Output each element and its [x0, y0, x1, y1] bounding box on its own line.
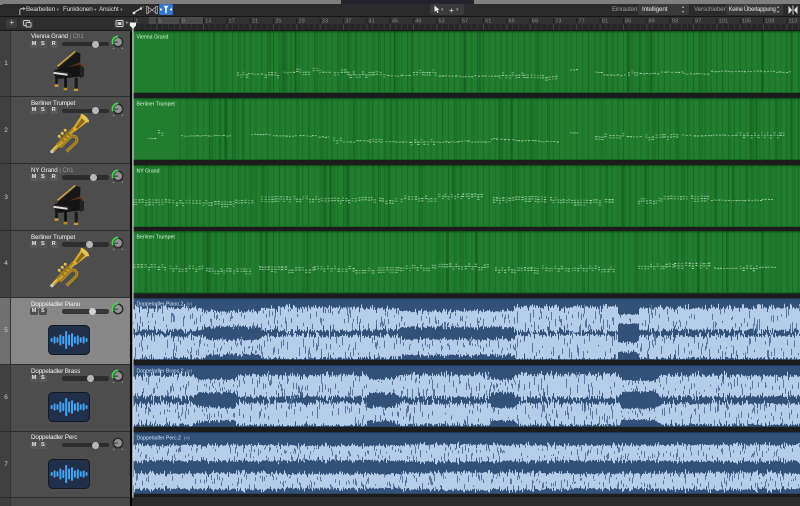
- svg-text:33: 33: [322, 19, 328, 25]
- svg-text:73: 73: [555, 19, 561, 25]
- svg-text:113: 113: [789, 19, 798, 25]
- svg-text:89: 89: [649, 19, 655, 25]
- svg-text:61: 61: [485, 19, 491, 25]
- svg-text:81: 81: [602, 19, 608, 25]
- svg-text:69: 69: [532, 19, 538, 25]
- svg-text:21: 21: [252, 19, 258, 25]
- svg-text:Vienna Grand: Vienna Grand: [137, 34, 169, 40]
- svg-text:97: 97: [695, 19, 701, 25]
- svg-text:109: 109: [765, 19, 774, 25]
- svg-text:NY Grand: NY Grand: [137, 168, 160, 174]
- svg-text:57: 57: [462, 19, 468, 25]
- svg-text:93: 93: [672, 19, 678, 25]
- svg-text:85: 85: [625, 19, 631, 25]
- svg-text:Berliner Trumpet: Berliner Trumpet: [137, 101, 176, 107]
- svg-text:45: 45: [392, 19, 398, 25]
- svg-text:Berliner Trumpet: Berliner Trumpet: [137, 235, 176, 241]
- svg-text:29: 29: [299, 19, 305, 25]
- svg-text:101: 101: [719, 19, 728, 25]
- svg-text:77: 77: [579, 19, 585, 25]
- svg-text:25: 25: [275, 19, 281, 25]
- svg-text:37: 37: [345, 19, 351, 25]
- svg-text:5: 5: [159, 19, 162, 25]
- svg-text:49: 49: [415, 19, 421, 25]
- svg-text:41: 41: [369, 19, 375, 25]
- svg-text:105: 105: [742, 19, 751, 25]
- svg-text:9: 9: [182, 19, 185, 25]
- svg-text:53: 53: [439, 19, 445, 25]
- svg-text:65: 65: [509, 19, 515, 25]
- svg-text:17: 17: [229, 19, 235, 25]
- svg-text:13: 13: [205, 19, 211, 25]
